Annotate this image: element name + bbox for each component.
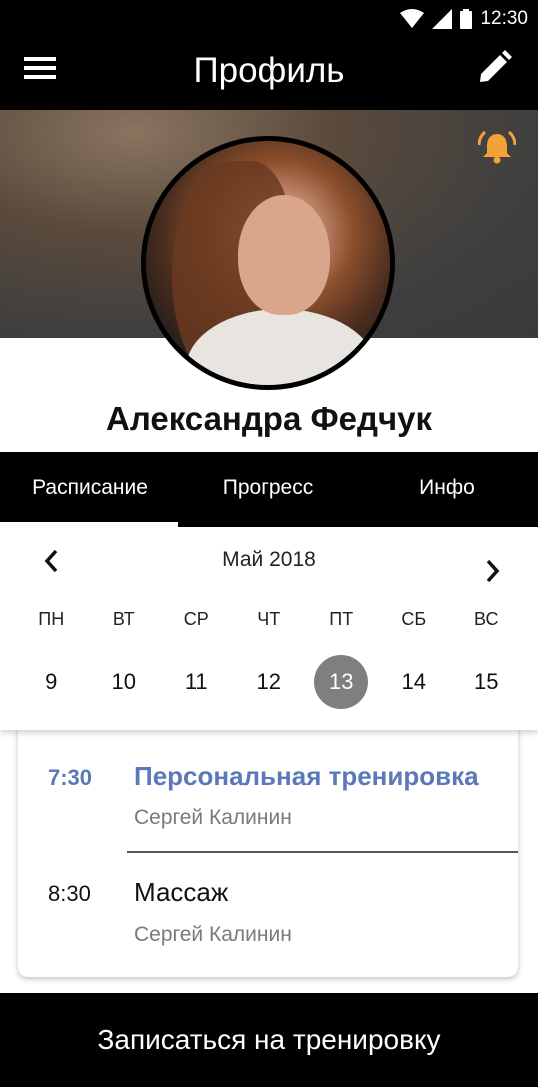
day-cell[interactable]: 9: [15, 655, 88, 709]
signal-icon: [432, 9, 453, 29]
tab-progress[interactable]: Прогресс: [178, 452, 358, 527]
day-number: 9: [45, 669, 58, 694]
weekday-label: ПТ: [329, 609, 354, 629]
weekday-label: ЧТ: [257, 609, 281, 629]
book-training-button[interactable]: Записаться на тренировку: [0, 993, 538, 1087]
day-cell[interactable]: 11: [160, 655, 233, 709]
event-title: Персональная тренировка: [134, 761, 479, 791]
chevron-right-icon: [486, 559, 500, 583]
profile-name: Александра Федчук: [106, 400, 432, 437]
day-number: 11: [184, 669, 208, 694]
day-number: 12: [256, 669, 281, 694]
avatar: [141, 136, 395, 390]
day-cell[interactable]: 15: [450, 655, 523, 709]
notification-button[interactable]: [477, 128, 517, 166]
weekday-row: ПН ВТ СР ЧТ ПТ СБ ВС: [15, 605, 523, 633]
schedule-card: 7:30 Персональная тренировка Сергей Кали…: [18, 720, 518, 977]
tab-info[interactable]: Инфо: [356, 452, 538, 527]
day-number: 10: [111, 669, 136, 694]
weekday-label: СБ: [401, 609, 427, 629]
weekday-label: ВС: [474, 609, 499, 629]
divider: [127, 851, 518, 853]
day-row: 9 10 11 12 13 14 15: [15, 655, 523, 709]
page-title: Профиль: [193, 51, 345, 90]
status-icons: 12:30: [400, 8, 528, 30]
day-cell[interactable]: 12: [233, 655, 306, 709]
calendar-month: Май 2018: [222, 548, 316, 571]
pencil-icon: [480, 50, 512, 82]
day-number: 13: [314, 655, 369, 709]
battery-icon: [460, 9, 473, 29]
weekday-label: ПН: [38, 609, 65, 629]
weekday-label: ВТ: [112, 609, 135, 629]
day-number: 15: [474, 669, 499, 694]
tab-bar: Расписание Прогресс Инфо: [0, 452, 538, 527]
event-trainer: Сергей Калинин: [134, 923, 292, 946]
week-calendar: Май 2018 ПН ВТ СР ЧТ ПТ СБ ВС 9 10 11 12…: [0, 527, 538, 730]
day-number: 14: [401, 669, 426, 694]
day-cell-selected[interactable]: 13: [305, 655, 378, 709]
day-cell[interactable]: 14: [378, 655, 451, 709]
avatar-face: [238, 195, 330, 315]
bell-ringing-icon: [477, 130, 517, 164]
weekday-label: СР: [183, 609, 209, 629]
status-bar: 12:30: [0, 0, 538, 38]
app-bar: Профиль: [0, 38, 538, 110]
day-cell[interactable]: 10: [88, 655, 161, 709]
next-week-button[interactable]: [478, 557, 506, 585]
event-time: 7:30: [48, 765, 93, 790]
wifi-icon: [400, 9, 425, 28]
event-trainer: Сергей Калинин: [134, 806, 292, 829]
tab-schedule[interactable]: Расписание: [0, 452, 180, 527]
status-time: 12:30: [480, 8, 528, 29]
edit-button[interactable]: [478, 50, 512, 84]
event-title: Массаж: [134, 877, 229, 907]
event-time: 8:30: [48, 881, 91, 906]
